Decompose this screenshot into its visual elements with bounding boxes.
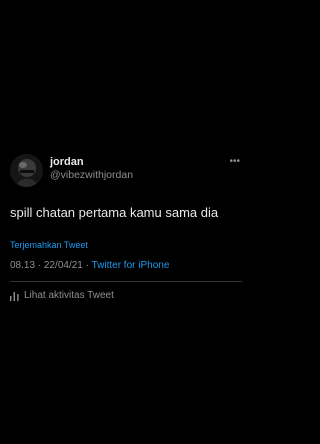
meta-separator: · (35, 260, 44, 271)
bar-chart-icon (10, 292, 19, 301)
author-handle[interactable]: @vibezwithjordan (50, 169, 133, 182)
tweet: jordan @vibezwithjordan ••• spill chatan… (10, 152, 242, 302)
avatar[interactable] (10, 154, 43, 187)
tweet-date: 22/04/21 (43, 260, 83, 271)
tweet-meta: 08.13 · 22/04/21 · Twitter for iPhone (10, 260, 242, 272)
meta-separator-2: · (82, 260, 92, 271)
tweet-header: jordan @vibezwithjordan ••• (10, 152, 242, 188)
tweet-client-link[interactable]: Twitter for iPhone (92, 260, 170, 271)
author-display-name[interactable]: jordan (50, 156, 133, 169)
activity-label: Lihat aktivitas Tweet (24, 290, 114, 301)
tweet-text: spill chatan pertama kamu sama dia (10, 205, 219, 220)
view-tweet-activity[interactable]: Lihat aktivitas Tweet (10, 290, 242, 302)
divider (10, 281, 242, 282)
tweet-time: 08.13 (10, 260, 36, 271)
more-options-icon[interactable]: ••• (229, 157, 240, 167)
author-names: jordan @vibezwithjordan (50, 156, 133, 182)
translate-tweet-link[interactable]: Terjemahkan Tweet (10, 240, 242, 251)
